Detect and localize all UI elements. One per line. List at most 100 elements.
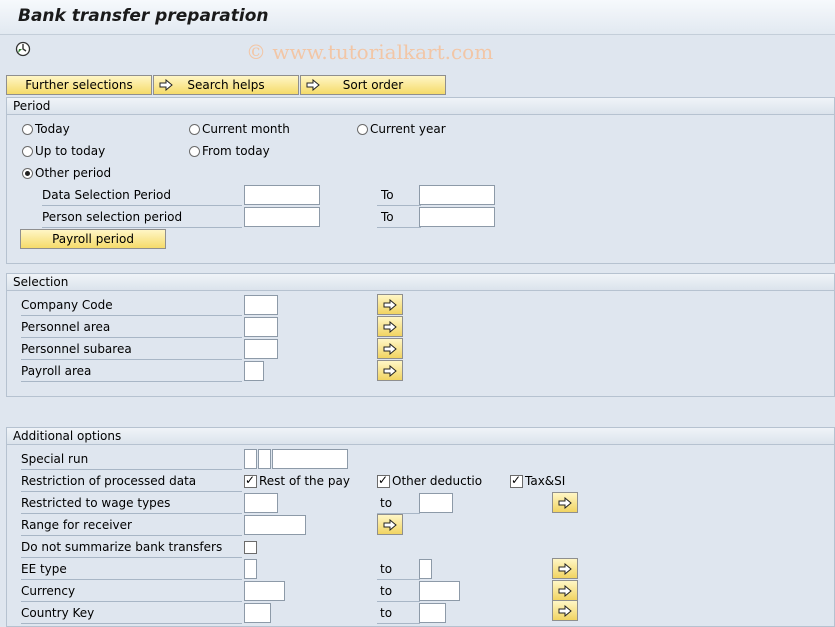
personnel-subarea-input[interactable] (244, 339, 278, 359)
ee-type-from-input[interactable] (244, 559, 257, 579)
personnel-subarea-label: Personnel subarea (21, 339, 242, 360)
multiple-selection-button[interactable] (552, 580, 578, 601)
ee-type-label: EE type (21, 559, 242, 580)
to-label: To (377, 185, 421, 206)
arrow-right-icon (159, 79, 173, 91)
search-helps-button[interactable]: Search helps (153, 75, 299, 95)
payroll-period-label: Payroll period (52, 232, 134, 246)
further-selections-label: Further selections (25, 78, 133, 92)
country-key-from-input[interactable] (244, 603, 271, 623)
payroll-period-button[interactable]: Payroll period (20, 229, 166, 249)
radio-current-year[interactable]: Current year (357, 119, 446, 139)
special-run-label: Special run (21, 449, 242, 470)
multiple-selection-button[interactable] (377, 294, 403, 315)
radio-other-period[interactable]: Other period (22, 163, 111, 183)
execute-icon[interactable] (14, 40, 32, 58)
radio-button[interactable] (22, 123, 33, 135)
radio-label: Current year (370, 122, 446, 136)
radio-current-month[interactable]: Current month (189, 119, 290, 139)
arrow-right-icon (383, 364, 397, 377)
to-label: to (377, 493, 420, 514)
no-summarize-label: Do not summarize bank transfers (21, 537, 242, 558)
radio-label: Current month (202, 122, 290, 136)
arrow-right-icon (383, 518, 397, 531)
multiple-selection-button[interactable] (377, 360, 403, 381)
ee-type-to-input[interactable] (419, 559, 432, 579)
radio-button[interactable] (189, 145, 200, 157)
radio-label: Today (35, 122, 70, 136)
person-selection-from-input[interactable] (244, 207, 320, 227)
checkbox-tax-si[interactable]: Tax&SI (510, 471, 565, 491)
to-label: to (377, 581, 420, 602)
further-selections-button[interactable]: Further selections (6, 75, 152, 95)
data-selection-period-label: Data Selection Period (42, 185, 242, 206)
payroll-area-input[interactable] (244, 361, 264, 381)
arrow-right-icon (383, 298, 397, 311)
radio-button[interactable] (22, 167, 33, 179)
checkbox-other-deductions[interactable]: Other deductio (377, 471, 482, 491)
radio-label: Other period (35, 166, 112, 180)
multiple-selection-button[interactable] (377, 514, 403, 535)
sort-order-label: Sort order (342, 78, 404, 92)
radio-from-today[interactable]: From today (189, 141, 270, 161)
person-selection-to-input[interactable] (419, 207, 495, 227)
currency-from-input[interactable] (244, 581, 285, 601)
data-selection-to-input[interactable] (419, 185, 495, 205)
currency-label: Currency (21, 581, 242, 602)
arrow-right-icon (558, 604, 572, 617)
to-label: To (377, 207, 421, 228)
radio-label: Up to today (35, 144, 106, 158)
checkbox-label: Tax&SI (525, 474, 566, 488)
multiple-selection-button[interactable] (377, 316, 403, 337)
checkbox-label: Rest of the pay (259, 474, 350, 488)
arrow-right-icon (558, 562, 572, 575)
special-run-period-input[interactable] (272, 449, 348, 469)
personnel-area-label: Personnel area (21, 317, 242, 338)
page-title: Bank transfer preparation (18, 6, 269, 26)
multiple-selection-button[interactable] (552, 600, 578, 621)
wage-types-from-input[interactable] (244, 493, 278, 513)
payroll-area-label: Payroll area (21, 361, 242, 382)
person-selection-period-label: Person selection period (42, 207, 242, 228)
radio-up-to-today[interactable]: Up to today (22, 141, 105, 161)
multiple-selection-button[interactable] (552, 558, 578, 579)
arrow-right-icon (558, 584, 572, 597)
range-receiver-input[interactable] (244, 515, 306, 535)
multiple-selection-button[interactable] (377, 338, 403, 359)
search-helps-label: Search helps (187, 78, 265, 92)
selection-heading: Selection (7, 274, 834, 291)
checkbox[interactable] (510, 473, 523, 488)
restriction-label: Restriction of processed data (21, 471, 242, 492)
period-heading: Period (7, 98, 834, 115)
wage-types-to-input[interactable] (419, 493, 453, 513)
company-code-input[interactable] (244, 295, 278, 315)
country-key-to-input[interactable] (419, 603, 446, 623)
arrow-right-icon (306, 79, 320, 91)
radio-today[interactable]: Today (22, 119, 70, 139)
arrow-right-icon (383, 342, 397, 355)
special-run-date-input[interactable] (258, 449, 271, 469)
multiple-selection-button[interactable] (552, 492, 578, 513)
company-code-label: Company Code (21, 295, 242, 316)
data-selection-from-input[interactable] (244, 185, 320, 205)
checkbox-rest-of-pay[interactable]: Rest of the pay (244, 471, 350, 491)
checkbox[interactable] (377, 473, 390, 488)
arrow-right-icon (558, 496, 572, 509)
checkbox[interactable] (244, 473, 257, 488)
checkbox-no-summarize[interactable] (244, 537, 257, 557)
sort-order-button[interactable]: Sort order (300, 75, 446, 95)
range-receiver-label: Range for receiver (21, 515, 242, 536)
radio-button[interactable] (357, 123, 368, 135)
arrow-right-icon (383, 320, 397, 333)
to-label: to (377, 559, 420, 580)
checkbox[interactable] (244, 540, 257, 554)
checkbox-label: Other deductio (392, 474, 483, 488)
currency-to-input[interactable] (419, 581, 460, 601)
radio-button[interactable] (22, 145, 33, 157)
personnel-area-input[interactable] (244, 317, 278, 337)
watermark: © www.tutorialkart.com (246, 40, 494, 64)
additional-options-heading: Additional options (7, 428, 834, 445)
special-run-type-input[interactable] (244, 449, 257, 469)
wage-types-label: Restricted to wage types (21, 493, 242, 514)
radio-button[interactable] (189, 123, 200, 135)
